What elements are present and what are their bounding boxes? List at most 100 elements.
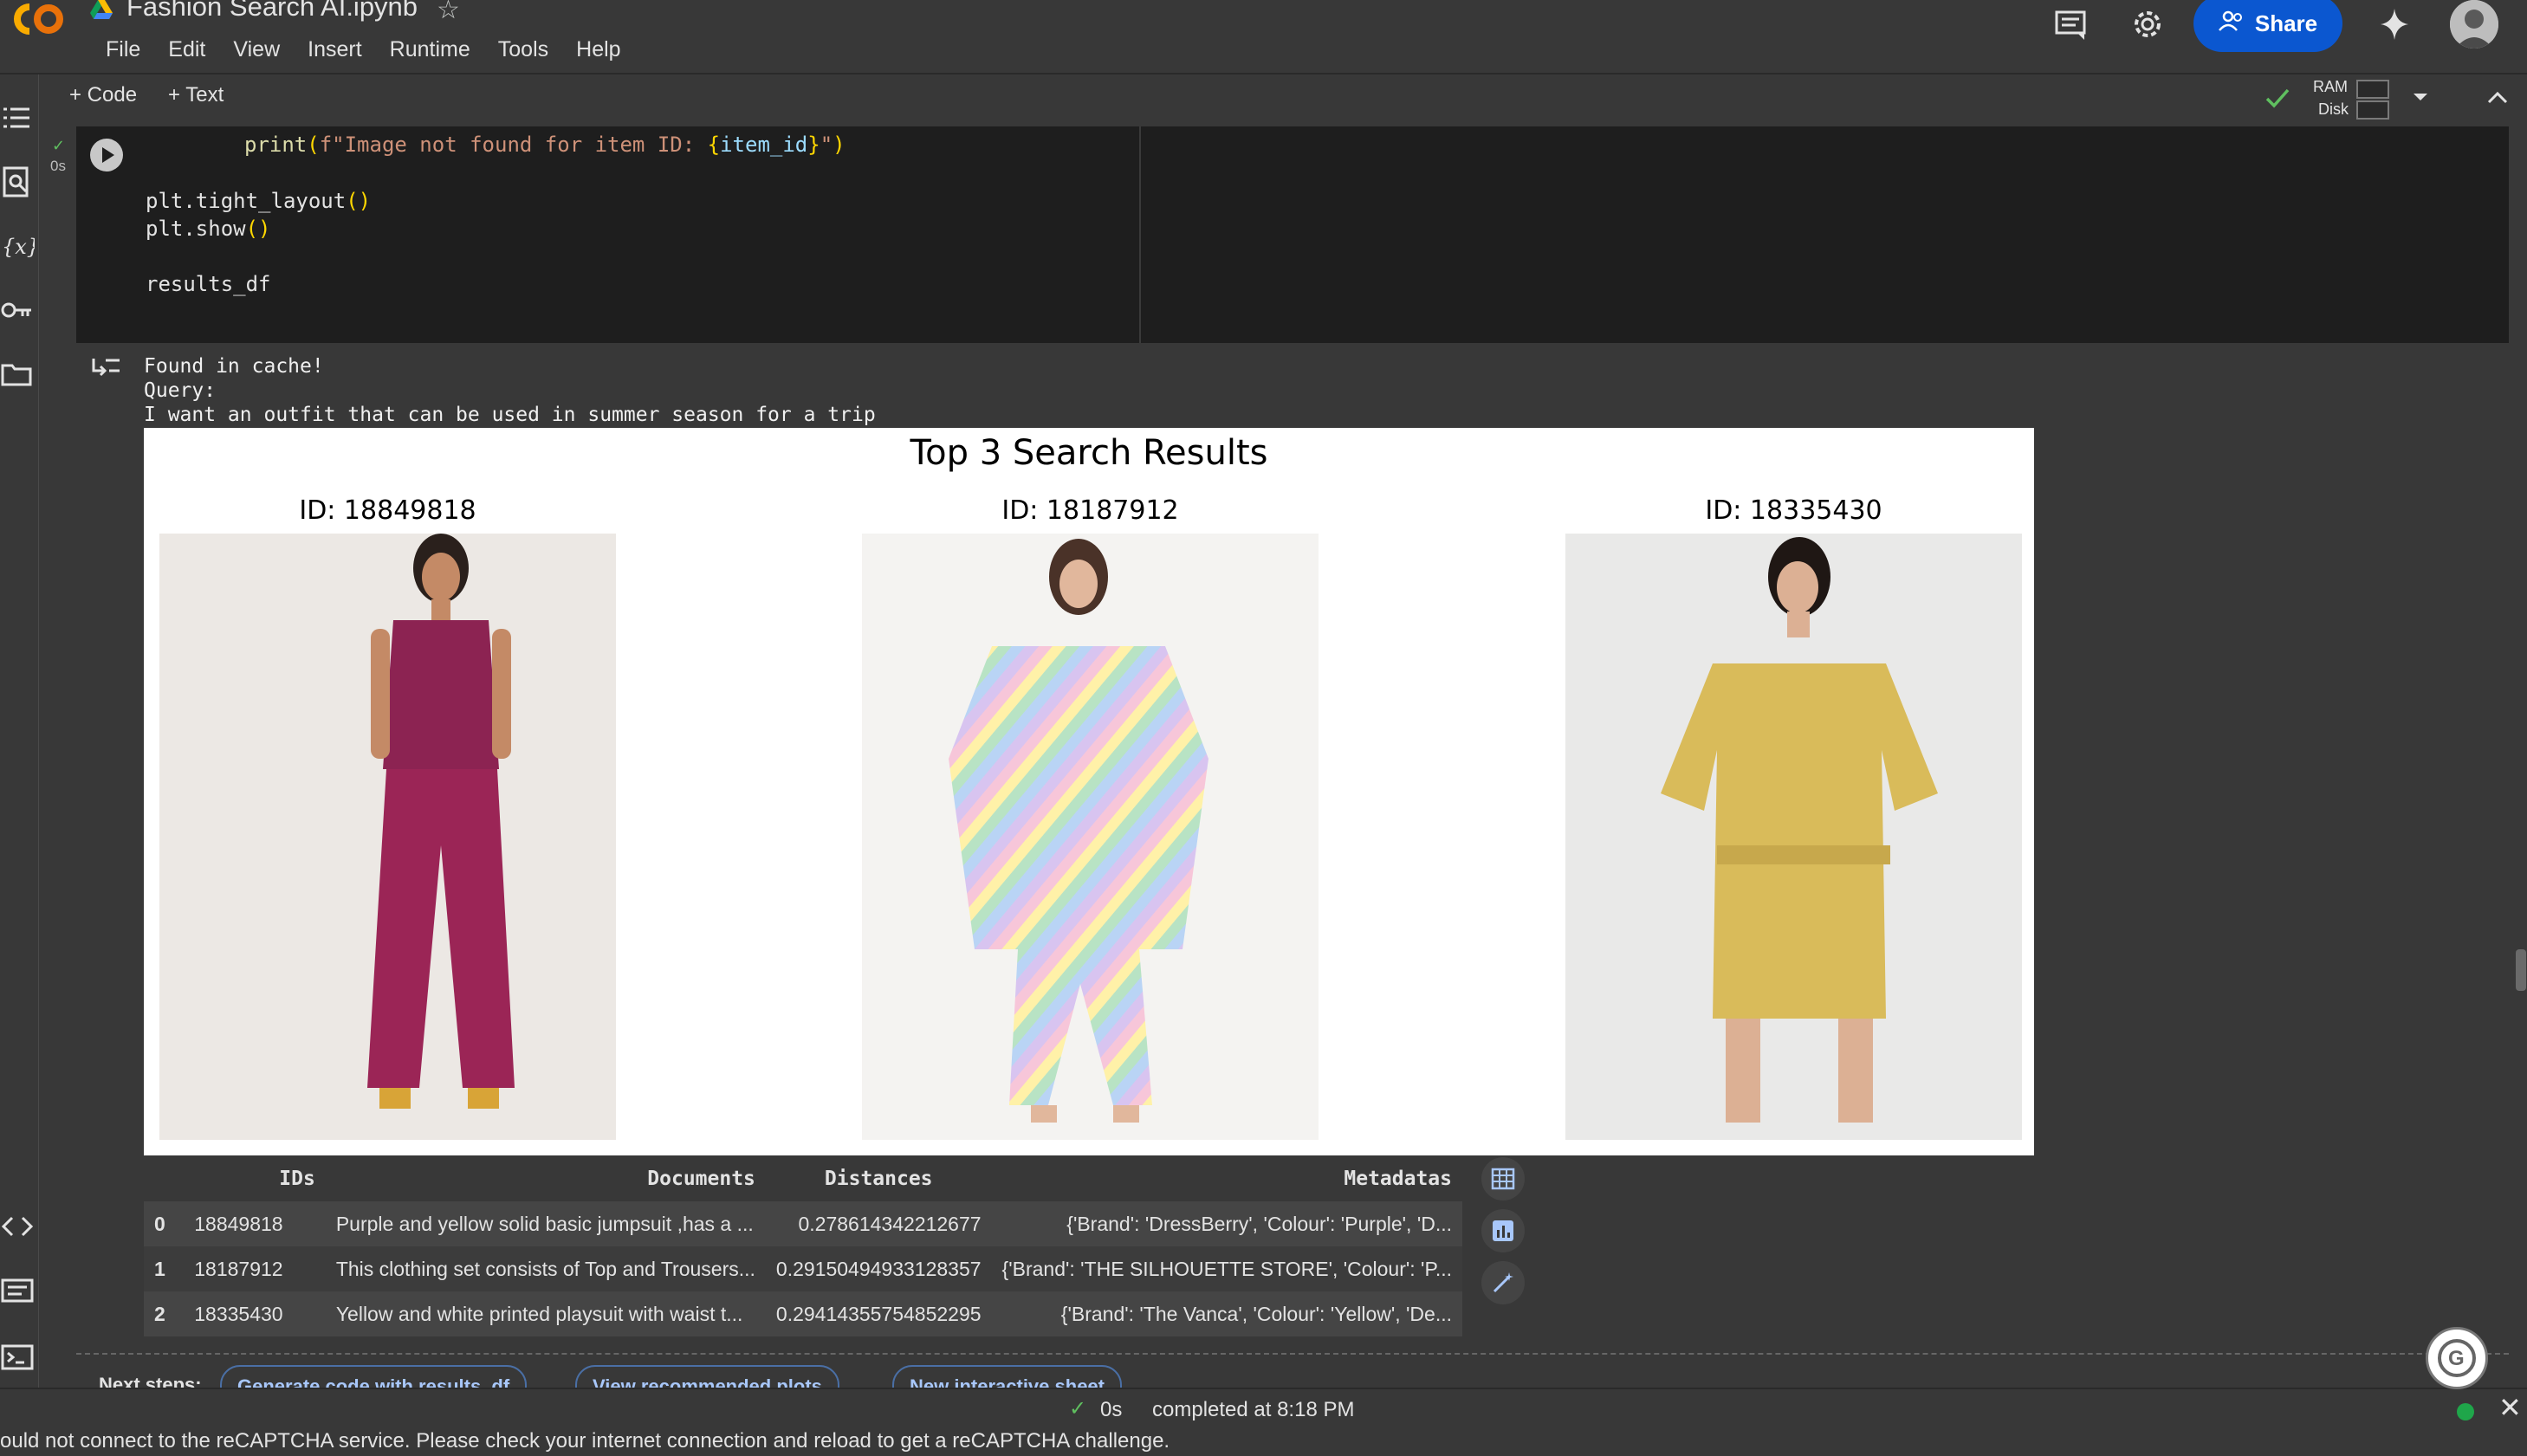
code-token: f"Image not found for item ID:: [319, 133, 708, 157]
row-index: 2: [154, 1302, 165, 1325]
comment-icon[interactable]: [2053, 7, 2088, 42]
menu-view[interactable]: View: [219, 35, 294, 64]
recaptcha-error-message: ould not connect to the reCAPTCHA servic…: [0, 1429, 1170, 1453]
bar-chart-icon: [1493, 1220, 1513, 1241]
svg-text:{x}: {x}: [2, 235, 35, 259]
menu-runtime[interactable]: Runtime: [376, 35, 484, 64]
cell-id: 18187912: [194, 1257, 283, 1280]
find-icon[interactable]: [0, 165, 35, 199]
menu-insert[interactable]: Insert: [294, 35, 376, 64]
cell-metadata: {'Brand': 'The Vanca', 'Colour': 'Yellow…: [1060, 1302, 1452, 1325]
suggest-charts-button[interactable]: [1481, 1209, 1525, 1252]
code-token: }: [807, 133, 820, 157]
status-exec-time: 0s: [1100, 1398, 1123, 1421]
resources-dropdown-icon[interactable]: [2410, 88, 2431, 106]
table-row: 2 18335430 Yellow and white printed play…: [144, 1291, 1462, 1336]
convert-to-interactive-table-button[interactable]: [1481, 1157, 1525, 1200]
table-icon: [1491, 1168, 1515, 1190]
scrollbar-thumb[interactable]: [2516, 949, 2526, 991]
ram-label: RAM: [2313, 78, 2348, 95]
disk-meter[interactable]: [2356, 100, 2389, 120]
result-id-label: ID: 18335430: [1705, 495, 1882, 526]
grammarly-icon[interactable]: G: [2426, 1327, 2488, 1389]
play-icon: [102, 147, 114, 163]
row-index: 1: [154, 1257, 165, 1280]
cell-document: Purple and yellow solid basic jumpsuit ,…: [335, 1212, 754, 1235]
close-icon[interactable]: ✕: [2498, 1391, 2522, 1424]
connection-status-indicator[interactable]: [2457, 1403, 2474, 1420]
cell-document: This clothing set consists of Top and Tr…: [335, 1257, 755, 1280]
star-icon[interactable]: ☆: [437, 0, 460, 25]
code-cell-editor[interactable]: [76, 126, 2509, 343]
code-token: item_id: [720, 133, 808, 157]
output-text: Found in cache!: [144, 355, 324, 378]
product-image-purple-outfit: [159, 534, 616, 1140]
menu-file[interactable]: File: [92, 35, 154, 64]
column-header[interactable]: Distances: [766, 1156, 992, 1201]
results-dataframe-table: IDs Documents Distances Metadatas 0 1884…: [144, 1156, 1462, 1336]
share-label: Share: [2254, 10, 2318, 36]
menu-tools[interactable]: Tools: [484, 35, 562, 64]
cell-distance: 0.29150494933128357: [775, 1257, 982, 1280]
code-token: (: [307, 133, 320, 157]
output-text: Query:: [144, 379, 217, 402]
product-image-yellow-playsuit: [1565, 534, 2022, 1140]
secrets-key-icon[interactable]: [0, 293, 35, 327]
column-header[interactable]: Metadatas: [992, 1156, 1462, 1201]
code-line-tight-layout: plt.tight_layout(): [146, 189, 371, 213]
add-code-button[interactable]: + Code: [69, 83, 137, 107]
row-index: 0: [154, 1212, 165, 1235]
code-token: {: [707, 133, 721, 157]
code-line-results-df: results_df: [146, 272, 271, 296]
avatar[interactable]: [2450, 0, 2498, 49]
magic-wand-icon: [1493, 1272, 1513, 1293]
chevron-up-icon[interactable]: [2483, 83, 2512, 113]
index-header: [144, 1156, 184, 1201]
matplotlib-figure: Top 3 Search Results ID: 18849818 ID: 18…: [144, 428, 2034, 1155]
terminal-icon[interactable]: [0, 1339, 35, 1374]
figure-title: Top 3 Search Results: [910, 433, 1268, 473]
cell-distance: 0.29414355754852295: [775, 1302, 982, 1325]
cell-id: 18849818: [194, 1212, 283, 1235]
connected-check-icon[interactable]: [2263, 83, 2292, 113]
folder-icon[interactable]: [0, 357, 35, 392]
cell-document: Yellow and white printed playsuit with w…: [335, 1302, 743, 1325]
run-cell-button[interactable]: [90, 139, 123, 171]
left-sidebar: {x}: [0, 74, 40, 1391]
output-text: I want an outfit that can be used in sum…: [144, 404, 876, 426]
gear-icon[interactable]: [2129, 5, 2167, 43]
code-token: ": [820, 133, 833, 157]
code-snippets-icon[interactable]: [0, 1209, 35, 1244]
command-palette-icon[interactable]: [0, 1273, 35, 1308]
result-id-label: ID: 18187912: [1001, 495, 1179, 526]
column-header[interactable]: IDs: [184, 1156, 326, 1201]
svg-text:G: G: [2448, 1347, 2465, 1370]
menu-help[interactable]: Help: [562, 35, 634, 64]
output-toggle-icon[interactable]: [90, 353, 123, 383]
menu-edit[interactable]: Edit: [154, 35, 219, 64]
table-of-contents-icon[interactable]: [0, 100, 35, 135]
menu-bar: File Edit View Insert Runtime Tools Help: [92, 35, 635, 64]
column-header[interactable]: Documents: [326, 1156, 766, 1201]
notebook-toolbar: + Code + Text: [42, 74, 2527, 121]
share-button[interactable]: Share: [2193, 0, 2342, 52]
code-line-show: plt.show(): [146, 217, 271, 241]
ram-meter[interactable]: [2356, 80, 2389, 99]
add-text-button[interactable]: + Text: [168, 83, 224, 107]
gemini-sparkle-icon[interactable]: [2377, 5, 2412, 43]
code-token: plt.show: [146, 217, 246, 241]
code-token: (): [245, 217, 271, 241]
variables-icon[interactable]: {x}: [0, 229, 40, 263]
generate-code-magic-button[interactable]: [1481, 1261, 1525, 1304]
product-image-striped-set: [862, 534, 1319, 1140]
execution-success-check-icon: ✓: [52, 137, 66, 154]
notebook-title[interactable]: Fashion Search AI.ipynb: [126, 0, 418, 23]
result-id-label: ID: 18849818: [299, 495, 476, 526]
colab-logo[interactable]: [7, 0, 69, 38]
disk-label: Disk: [2318, 100, 2349, 118]
cell-metadata: {'Brand': 'DressBerry', 'Colour': 'Purpl…: [1066, 1212, 1452, 1235]
code-token: (): [346, 189, 372, 213]
table-row: 1 18187912 This clothing set consists of…: [144, 1246, 1462, 1291]
google-drive-icon[interactable]: [90, 0, 113, 19]
code-line-print: print(f"Image not found for item ID: {it…: [244, 133, 846, 157]
